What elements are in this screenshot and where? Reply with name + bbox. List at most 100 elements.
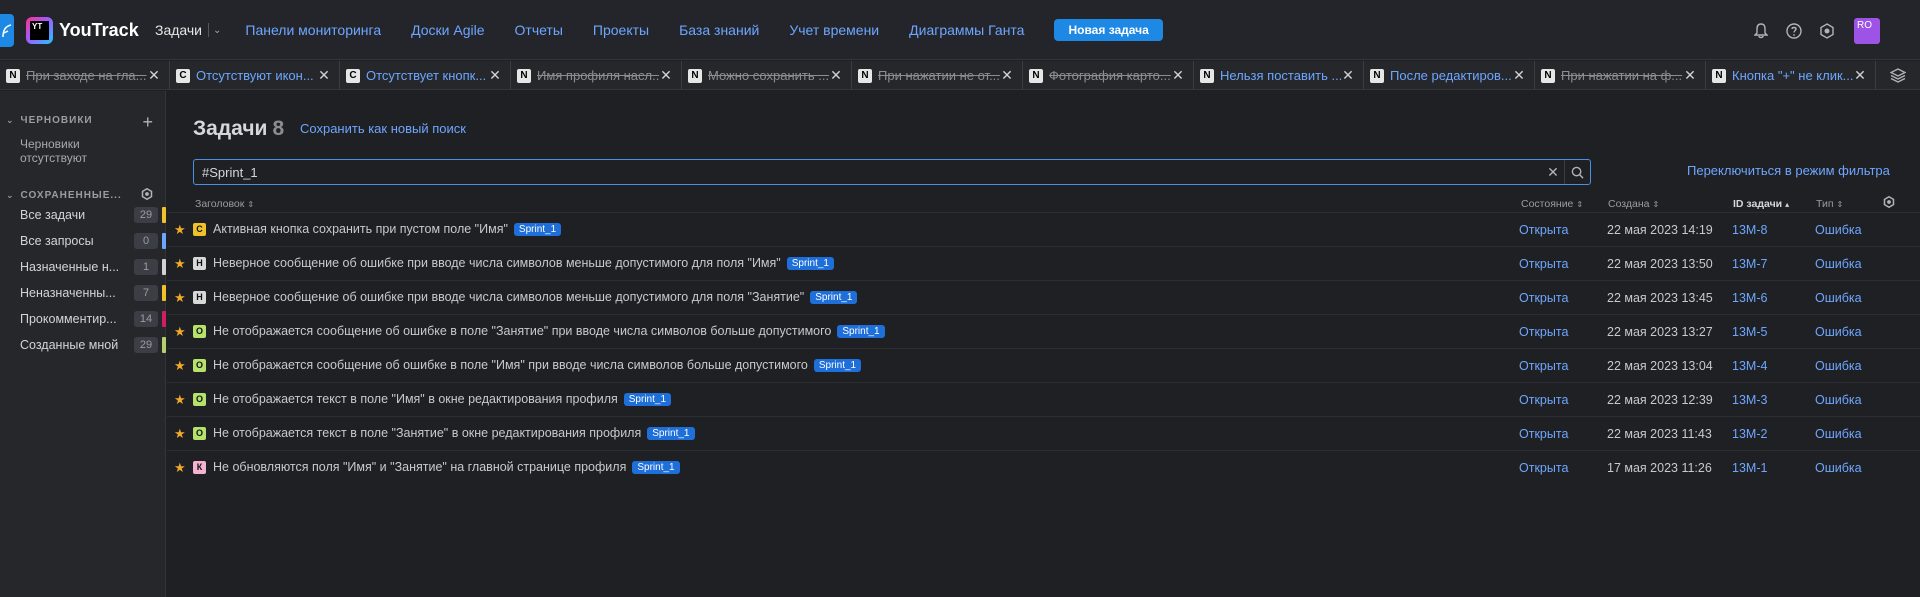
issue-state[interactable]: Открыта — [1519, 291, 1568, 305]
sprint-tag[interactable]: Sprint_1 — [810, 290, 858, 304]
nav-time-tracking[interactable]: Учет времени — [789, 22, 879, 38]
issue-tab[interactable]: C Отсутствует кнопк... ✕ — [340, 61, 511, 90]
close-icon[interactable]: ✕ — [1683, 67, 1697, 84]
nav-agile-boards[interactable]: Доски Agile — [411, 22, 484, 38]
issue-tab[interactable]: N Кнопка "+" не клик... ✕ — [1706, 61, 1876, 90]
issue-tab[interactable]: N Нельзя поставить ... ✕ — [1194, 61, 1364, 90]
column-header-summary[interactable]: Заголовок ⇕ — [195, 198, 254, 210]
issue-state[interactable]: Открыта — [1519, 393, 1568, 407]
issue-id[interactable]: 13M-8 — [1732, 223, 1767, 237]
star-icon[interactable]: ★ — [174, 222, 186, 238]
clear-icon[interactable]: ✕ — [1542, 164, 1564, 181]
issue-type[interactable]: Ошибка — [1815, 393, 1862, 407]
star-icon[interactable]: ★ — [174, 392, 186, 408]
star-icon[interactable]: ★ — [174, 256, 186, 272]
issue-summary[interactable]: Не отображается текст в поле "Имя" в окн… — [213, 392, 672, 406]
star-icon[interactable]: ★ — [174, 358, 186, 374]
sprint-tag[interactable]: Sprint_1 — [632, 460, 680, 474]
issue-tab[interactable]: N Можно сохранить ... ✕ — [682, 61, 852, 90]
issue-tab[interactable]: N При заходе на гла... ✕ — [0, 61, 170, 90]
sprint-tag[interactable]: Sprint_1 — [647, 426, 695, 440]
issue-summary[interactable]: Неверное сообщение об ошибке при вводе ч… — [213, 290, 858, 304]
nav-reports[interactable]: Отчеты — [515, 22, 563, 38]
app-logo[interactable]: YT YouTrack — [26, 16, 139, 44]
saved-searches-header[interactable]: ⌄ СОХРАНЕННЫЕ... — [6, 190, 122, 201]
bell-icon[interactable] — [1752, 22, 1770, 40]
issue-id[interactable]: 13M-7 — [1732, 257, 1767, 271]
close-icon[interactable]: ✕ — [1853, 67, 1867, 84]
column-header-type[interactable]: Тип ⇕ — [1816, 198, 1843, 210]
issue-tab[interactable]: N При нажатии не от... ✕ — [852, 61, 1023, 90]
settings-icon[interactable] — [141, 187, 153, 203]
table-row[interactable]: ★ О Не отображается сообщение об ошибке … — [167, 314, 1920, 348]
issue-state[interactable]: Открыта — [1519, 223, 1568, 237]
star-icon[interactable]: ★ — [174, 426, 186, 442]
close-icon[interactable]: ✕ — [659, 67, 673, 84]
close-icon[interactable]: ✕ — [1512, 67, 1526, 84]
column-settings-icon[interactable] — [1883, 195, 1895, 211]
table-row[interactable]: ★ C Активная кнопка сохранить при пустом… — [167, 212, 1920, 246]
issue-type[interactable]: Ошибка — [1815, 427, 1862, 441]
issue-id[interactable]: 13M-5 — [1732, 325, 1767, 339]
star-icon[interactable]: ★ — [174, 290, 186, 306]
saved-search-unassigned[interactable]: Неназначенны... 7 — [20, 283, 166, 303]
feather-icon[interactable] — [0, 14, 14, 47]
new-issue-button[interactable]: Новая задача — [1054, 19, 1163, 41]
issue-summary[interactable]: Неверное сообщение об ошибке при вводе ч… — [213, 256, 834, 270]
chevron-down-icon[interactable]: ⌄ — [213, 25, 221, 36]
saved-search-assigned[interactable]: Назначенные н... 1 — [20, 257, 166, 277]
nav-projects[interactable]: Проекты — [593, 22, 649, 38]
issue-tab[interactable]: N Фотография карто... ✕ — [1023, 61, 1194, 90]
issue-id[interactable]: 13M-2 — [1732, 427, 1767, 441]
saved-search-reported-by-me[interactable]: Созданные мной 29 — [20, 335, 166, 355]
issue-state[interactable]: Открыта — [1519, 461, 1568, 475]
star-icon[interactable]: ★ — [174, 460, 186, 476]
issue-type[interactable]: Ошибка — [1815, 461, 1862, 475]
settings-icon[interactable] — [1818, 22, 1836, 40]
help-icon[interactable] — [1785, 22, 1803, 40]
issue-id[interactable]: 13M-4 — [1732, 359, 1767, 373]
issue-state[interactable]: Открыта — [1519, 359, 1568, 373]
issue-tab[interactable]: N Имя профиля насл... ✕ — [511, 61, 682, 90]
sprint-tag[interactable]: Sprint_1 — [837, 324, 885, 338]
column-header-id[interactable]: ID задачи ▴ — [1733, 198, 1789, 210]
issue-type[interactable]: Ошибка — [1815, 325, 1862, 339]
close-icon[interactable]: ✕ — [829, 67, 843, 84]
issue-type[interactable]: Ошибка — [1815, 291, 1862, 305]
issue-summary[interactable]: Не обновляются поля "Имя" и "Занятие" на… — [213, 460, 680, 474]
close-icon[interactable]: ✕ — [488, 67, 502, 84]
close-icon[interactable]: ✕ — [317, 67, 331, 84]
issue-id[interactable]: 13M-6 — [1732, 291, 1767, 305]
search-input[interactable] — [194, 164, 1542, 180]
issue-summary[interactable]: Активная кнопка сохранить при пустом пол… — [213, 222, 562, 236]
sprint-tag[interactable]: Sprint_1 — [813, 358, 862, 372]
table-row[interactable]: ★ О Не отображается текст в поле "Имя" в… — [167, 382, 1920, 416]
nav-knowledge-base[interactable]: База знаний — [679, 22, 759, 38]
close-icon[interactable]: ✕ — [1000, 67, 1014, 84]
sprint-tag[interactable]: Sprint_1 — [623, 392, 672, 406]
table-row[interactable]: ★ К Не обновляются поля "Имя" и "Занятие… — [167, 450, 1920, 484]
search-icon[interactable] — [1564, 160, 1590, 184]
issue-tab[interactable]: N При нажатии на ф... ✕ — [1535, 61, 1706, 90]
sprint-tag[interactable]: Sprint_1 — [786, 256, 834, 270]
saved-search-commented[interactable]: Прокомментир... 14 — [20, 309, 166, 329]
nav-gantt-charts[interactable]: Диаграммы Ганта — [909, 22, 1024, 38]
saved-search-all-issues[interactable]: Все задачи 29 — [20, 205, 166, 225]
issue-type[interactable]: Ошибка — [1815, 223, 1862, 237]
issue-summary[interactable]: Не отображается сообщение об ошибке в по… — [213, 324, 885, 338]
star-icon[interactable]: ★ — [174, 324, 186, 340]
issue-id[interactable]: 13M-3 — [1732, 393, 1767, 407]
sprint-tag[interactable]: Sprint_1 — [513, 222, 562, 236]
table-row[interactable]: ★ О Не отображается текст в поле "Заняти… — [167, 416, 1920, 450]
close-icon[interactable]: ✕ — [147, 67, 161, 84]
issue-state[interactable]: Открыта — [1519, 257, 1568, 271]
issue-type[interactable]: Ошибка — [1815, 359, 1862, 373]
issue-type[interactable]: Ошибка — [1815, 257, 1862, 271]
switch-to-filter-mode-link[interactable]: Переключиться в режим фильтра — [1687, 163, 1890, 178]
issue-summary[interactable]: Не отображается текст в поле "Занятие" в… — [213, 426, 695, 440]
column-header-created[interactable]: Создана ⇕ — [1608, 198, 1659, 210]
issue-tab[interactable]: C Отсутствуют икон... ✕ — [170, 61, 340, 90]
nav-issues[interactable]: Задачи — [155, 22, 202, 38]
close-icon[interactable]: ✕ — [1171, 67, 1185, 84]
add-draft-icon[interactable]: + — [142, 113, 153, 131]
